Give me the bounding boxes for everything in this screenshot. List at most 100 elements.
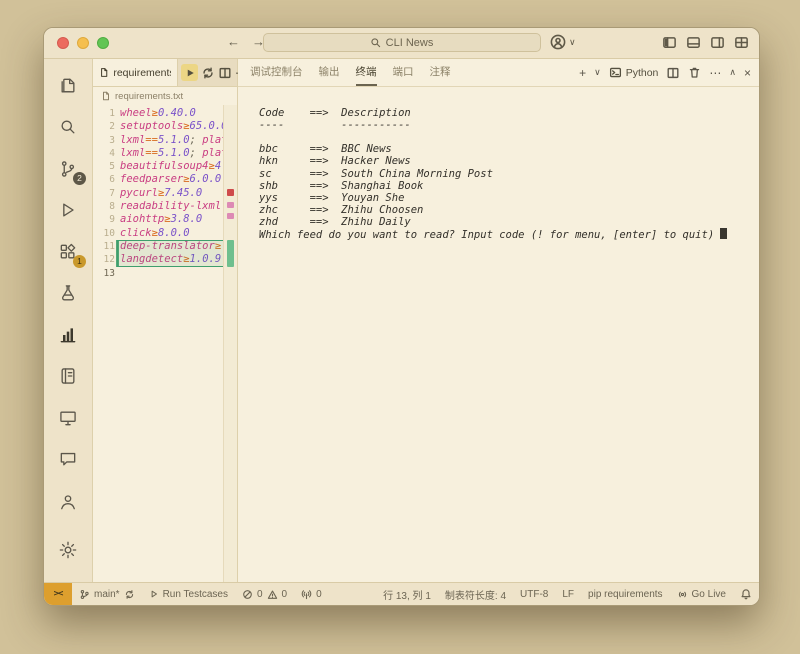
maximize-panel-icon[interactable]: ∧ [729, 68, 736, 77]
new-terminal-button[interactable]: + [579, 67, 586, 79]
ports-count: 0 [316, 589, 322, 600]
accounts-button[interactable] [44, 480, 92, 524]
line-number: 6 [93, 173, 120, 186]
run-or-debug-icon[interactable] [201, 66, 215, 80]
chevron-down-icon: ∨ [569, 37, 576, 48]
code-line-2[interactable]: 2setuptools≥65.0.0 [93, 120, 237, 133]
toggle-panel-icon[interactable] [686, 35, 701, 50]
error-icon [242, 589, 253, 600]
line-number: 9 [93, 213, 120, 226]
close-window-button[interactable] [57, 37, 69, 49]
notifications-button[interactable] [733, 583, 759, 605]
source-control-badge: 2 [73, 172, 86, 185]
monitor-icon [58, 408, 78, 428]
code-line-10[interactable]: 10click≥8.0.0 [93, 227, 237, 240]
terminal-instance-python[interactable]: Python [609, 66, 659, 79]
panel-tab-5[interactable]: 注释 [430, 59, 451, 86]
panel-tab-1[interactable]: 调试控制台 [250, 59, 303, 86]
code-line-5[interactable]: 5beautifulsoup4≥4.12.0 [93, 160, 237, 173]
code-line-3[interactable]: 3lxml==5.1.0; plat [93, 134, 237, 147]
terminal-profile-dropdown-icon[interactable]: ∨ [594, 68, 601, 77]
tab-requirements[interactable]: requirements [93, 59, 178, 86]
person-icon [58, 492, 78, 512]
language-mode-label: pip requirements [588, 589, 662, 600]
language-mode-status[interactable]: pip requirements [581, 583, 669, 605]
desktop: ← → CLI News ∨ [0, 0, 800, 654]
zoom-window-button[interactable] [97, 37, 109, 49]
terminal-output[interactable]: Code ==> Description ---- ----------- bb… [238, 87, 759, 582]
testing-flask-icon [58, 283, 78, 303]
go-live-status[interactable]: Go Live [670, 583, 733, 605]
account-menu[interactable]: ∨ [550, 34, 576, 50]
minimize-window-button[interactable] [77, 37, 89, 49]
remote-indicator[interactable]: >< [44, 583, 72, 605]
ruler-match-mark [227, 202, 234, 208]
comment-bubble-icon [58, 449, 78, 469]
close-panel-icon[interactable]: × [744, 67, 751, 79]
overview-ruler[interactable] [223, 105, 237, 582]
terminal-cursor [720, 228, 727, 239]
panel-tab-4[interactable]: 端口 [393, 59, 414, 86]
sidebar-item-remote-explorer[interactable] [44, 397, 92, 439]
split-terminal-icon[interactable] [666, 66, 680, 80]
eol-label: LF [562, 589, 574, 600]
run-python-file-button[interactable] [181, 64, 198, 81]
code-line-13[interactable]: 13 [93, 267, 237, 280]
vscode-window: ← → CLI News ∨ [43, 27, 760, 606]
problems-status[interactable]: 0 0 [235, 583, 294, 605]
code-line-12[interactable]: 12langdetect≥1.0.9 [93, 253, 237, 266]
code-editor[interactable]: 1wheel≥0.40.02setuptools≥65.0.03lxml==5.… [93, 105, 237, 582]
titlebar: ← → CLI News ∨ [44, 28, 759, 59]
extensions-badge: 1 [73, 255, 86, 268]
toggle-secondary-sidebar-icon[interactable] [710, 35, 725, 50]
sidebar-item-extensions[interactable]: 1 [44, 231, 92, 273]
breadcrumb[interactable]: requirements.txt [93, 87, 237, 105]
sidebar-item-run-debug[interactable] [44, 190, 92, 232]
editor-tab-bar: requirements ⋯ [93, 59, 237, 87]
run-testcases-status[interactable]: Run Testcases [142, 583, 235, 605]
file-icon [99, 67, 109, 78]
code-line-1[interactable]: 1wheel≥0.40.0 [93, 107, 237, 120]
terminal-profile-label: Python [626, 67, 659, 79]
sidebar-item-explorer[interactable] [44, 65, 92, 107]
code-line-8[interactable]: 8readability-lxml [93, 200, 237, 213]
panel-more-actions-icon[interactable]: ⋯ [709, 67, 721, 79]
settings-button[interactable] [44, 528, 92, 572]
tab-size-status[interactable]: 制表符长度: 4 [438, 583, 513, 605]
toggle-sidebar-icon[interactable] [662, 35, 677, 50]
ports-status[interactable]: 0 [294, 583, 329, 605]
sidebar-item-search[interactable] [44, 107, 92, 149]
sidebar-item-source-control[interactable]: 2 [44, 148, 92, 190]
customize-layout-icon[interactable] [734, 35, 749, 50]
eol-status[interactable]: LF [555, 583, 581, 605]
code-line-4[interactable]: 4lxml==5.1.0; plat [93, 147, 237, 160]
branch-status[interactable]: main* [72, 583, 142, 605]
git-added-gutter-bar [116, 240, 119, 267]
sidebar-item-testing[interactable] [44, 273, 92, 315]
branch-name: main* [94, 589, 120, 600]
command-center-search[interactable]: CLI News [263, 33, 541, 52]
sidebar-item-charts[interactable] [44, 314, 92, 356]
kill-terminal-trash-icon[interactable] [688, 66, 701, 79]
code-line-11[interactable]: 11deep-translator≥ [93, 240, 237, 253]
back-icon[interactable]: ← [227, 34, 240, 49]
line-number: 1 [93, 107, 120, 120]
encoding-status[interactable]: UTF-8 [513, 583, 555, 605]
tab-label: requirements [113, 67, 171, 79]
panel-tab-3[interactable]: 终端 [356, 59, 377, 86]
editor-group: requirements ⋯ requirements.txt [93, 59, 238, 582]
sidebar-item-notebook[interactable] [44, 356, 92, 398]
run-debug-icon [58, 200, 78, 220]
code-line-7[interactable]: 7pycurl≥7.45.0 [93, 187, 237, 200]
play-icon [184, 67, 196, 79]
panel-header: 调试控制台输出终端端口注释 + ∨ Python ⋯ ∧ × [238, 59, 759, 87]
broadcast-icon [677, 589, 688, 600]
panel-tab-2[interactable]: 输出 [319, 59, 340, 86]
code-line-6[interactable]: 6feedparser≥6.0.0 [93, 173, 237, 186]
line-col-status[interactable]: 行 13, 列 1 [376, 583, 438, 605]
warning-icon [267, 589, 278, 600]
split-editor-icon[interactable] [218, 66, 232, 80]
encoding-label: UTF-8 [520, 589, 548, 600]
sidebar-item-comments[interactable] [44, 439, 92, 481]
code-line-9[interactable]: 9aiohttp≥3.8.0 [93, 213, 237, 226]
